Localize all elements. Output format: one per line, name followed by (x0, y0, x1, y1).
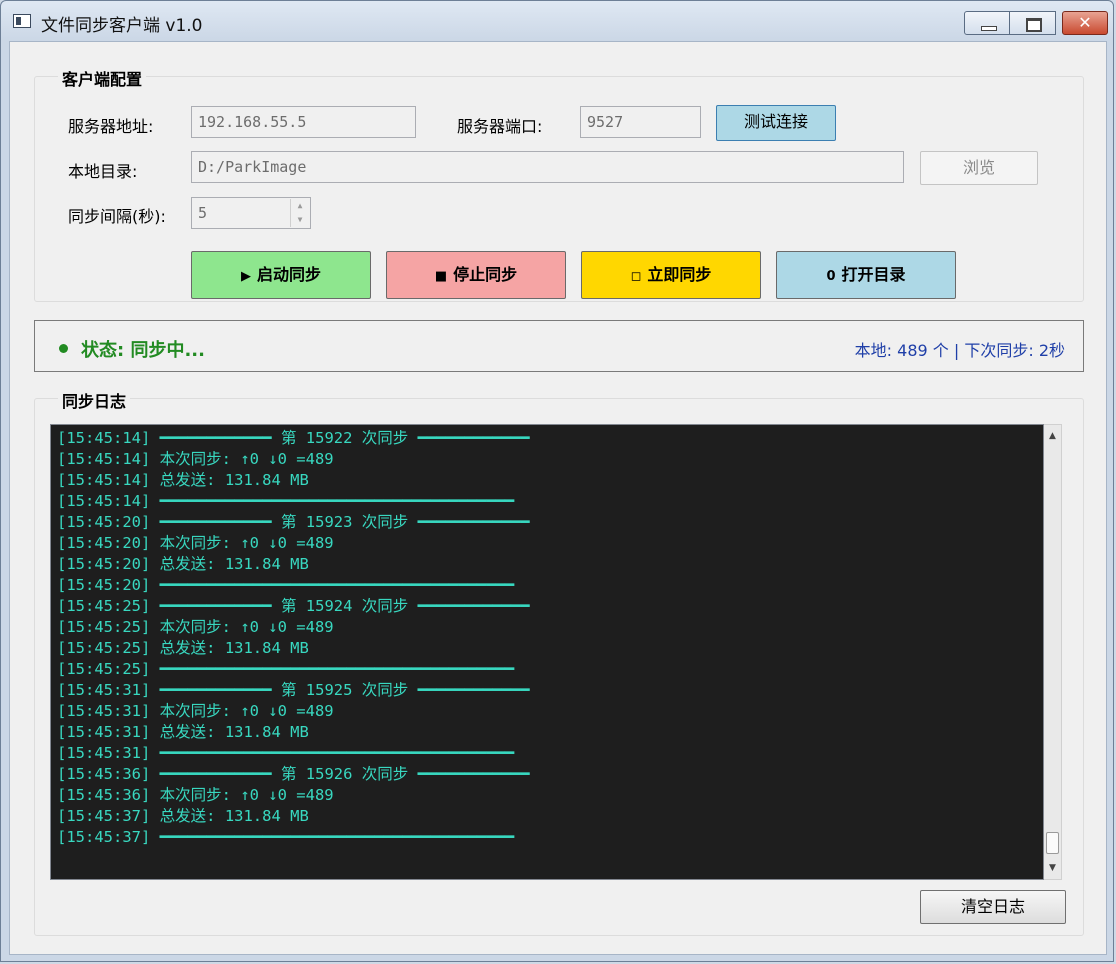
log-line: [15:45:31] 本次同步: ↑0 ↓0 =489 (57, 702, 334, 720)
open-dir-label: 打开目录 (841, 265, 906, 284)
server-address-input[interactable]: 192.168.55.5 (191, 106, 416, 138)
maximize-icon (1010, 12, 1055, 34)
title-bar[interactable]: 文件同步客户端 v1.0 ✕ (1, 1, 1113, 41)
play-icon: ▶ (240, 269, 251, 284)
log-line: [15:45:25] 总发送: 131.84 MB (57, 639, 309, 657)
clear-log-button[interactable]: 清空日志 (920, 890, 1066, 924)
server-address-label: 服务器地址: (68, 117, 154, 136)
status-dot-icon (59, 344, 68, 353)
log-line: [15:45:25] 本次同步: ↑0 ↓0 =489 (57, 618, 334, 636)
scroll-up-icon[interactable]: ▲ (1044, 427, 1061, 445)
start-sync-label: 启动同步 (256, 265, 321, 284)
folder-icon: 0 (826, 269, 836, 284)
local-dir-label: 本地目录: (68, 162, 138, 181)
log-line: [15:45:20] ━━━━━━━━━━━━ 第 15923 次同步 ━━━━… (57, 513, 530, 531)
log-line: [15:45:31] ━━━━━━━━━━━━ 第 15925 次同步 ━━━━… (57, 681, 530, 699)
stop-icon: ■ (434, 269, 448, 284)
spin-down-icon[interactable]: ▼ (291, 213, 309, 227)
log-line: [15:45:25] ━━━━━━━━━━━━━━━━━━━━━━━━━━━━━… (57, 660, 515, 678)
log-line: [15:45:20] 本次同步: ↑0 ↓0 =489 (57, 534, 334, 552)
spin-buttons[interactable]: ▲ ▼ (290, 199, 309, 227)
config-group-title: 客户端配置 (58, 66, 147, 90)
square-icon: ◻ (630, 269, 642, 284)
status-panel: 状态: 同步中... 本地: 489 个 | 下次同步: 2秒 (34, 320, 1084, 372)
log-line: [15:45:37] ━━━━━━━━━━━━━━━━━━━━━━━━━━━━━… (57, 828, 515, 846)
scroll-down-icon[interactable]: ▼ (1044, 859, 1061, 877)
log-line: [15:45:20] ━━━━━━━━━━━━━━━━━━━━━━━━━━━━━… (57, 576, 515, 594)
log-line: [15:45:20] 总发送: 131.84 MB (57, 555, 309, 573)
log-line: [15:45:14] ━━━━━━━━━━━━━━━━━━━━━━━━━━━━━… (57, 492, 515, 510)
close-button[interactable]: ✕ (1062, 11, 1108, 35)
minimize-button[interactable] (964, 11, 1010, 35)
status-text: 状态: 同步中... (81, 340, 205, 361)
spin-up-icon[interactable]: ▲ (291, 199, 309, 213)
open-dir-button[interactable]: 0 打开目录 (776, 251, 956, 299)
sync-now-button[interactable]: ◻ 立即同步 (581, 251, 761, 299)
window-title: 文件同步客户端 v1.0 (41, 16, 203, 36)
log-line: [15:45:37] 总发送: 131.84 MB (57, 807, 309, 825)
maximize-button[interactable] (1010, 11, 1056, 35)
log-line: [15:45:31] 总发送: 131.84 MB (57, 723, 309, 741)
stop-sync-button[interactable]: ■ 停止同步 (386, 251, 566, 299)
log-group-title: 同步日志 (58, 388, 131, 412)
log-line: [15:45:14] 总发送: 131.84 MB (57, 471, 309, 489)
log-line: [15:45:36] ━━━━━━━━━━━━ 第 15926 次同步 ━━━━… (57, 765, 530, 783)
log-line: [15:45:31] ━━━━━━━━━━━━━━━━━━━━━━━━━━━━━… (57, 744, 515, 762)
browse-button[interactable]: 浏览 (920, 151, 1038, 185)
sync-interval-label: 同步间隔(秒): (68, 207, 166, 226)
log-lines: [15:45:14] ━━━━━━━━━━━━ 第 15922 次同步 ━━━━… (57, 428, 530, 848)
log-textbox[interactable]: [15:45:14] ━━━━━━━━━━━━ 第 15922 次同步 ━━━━… (50, 424, 1044, 880)
log-scrollbar[interactable]: ▲ ▼ (1044, 424, 1062, 880)
client-area: 客户端配置 服务器地址: 192.168.55.5 服务器端口: 9527 测试… (9, 41, 1107, 955)
stop-sync-label: 停止同步 (453, 265, 518, 284)
test-connection-button[interactable]: 测试连接 (716, 105, 836, 141)
app-window: 文件同步客户端 v1.0 ✕ 客户端配置 服务器地址: 192.168.55.5… (0, 0, 1114, 962)
log-line: [15:45:14] 本次同步: ↑0 ↓0 =489 (57, 450, 334, 468)
start-sync-button[interactable]: ▶ 启动同步 (191, 251, 371, 299)
log-line: [15:45:14] ━━━━━━━━━━━━ 第 15922 次同步 ━━━━… (57, 429, 530, 447)
server-port-input[interactable]: 9527 (580, 106, 701, 138)
close-icon: ✕ (1078, 13, 1092, 32)
scroll-thumb[interactable] (1046, 832, 1059, 854)
local-dir-input[interactable]: D:/ParkImage (191, 151, 904, 183)
sync-interval-value: 5 (198, 204, 208, 222)
status-summary: 本地: 489 个 | 下次同步: 2秒 (854, 341, 1065, 360)
log-line: [15:45:25] ━━━━━━━━━━━━ 第 15924 次同步 ━━━━… (57, 597, 530, 615)
app-icon (13, 14, 31, 28)
sync-now-label: 立即同步 (647, 265, 712, 284)
sync-interval-stepper[interactable]: 5 ▲ ▼ (191, 197, 311, 229)
log-line: [15:45:36] 本次同步: ↑0 ↓0 =489 (57, 786, 334, 804)
server-port-label: 服务器端口: (457, 117, 543, 136)
minimize-icon (965, 12, 1009, 34)
